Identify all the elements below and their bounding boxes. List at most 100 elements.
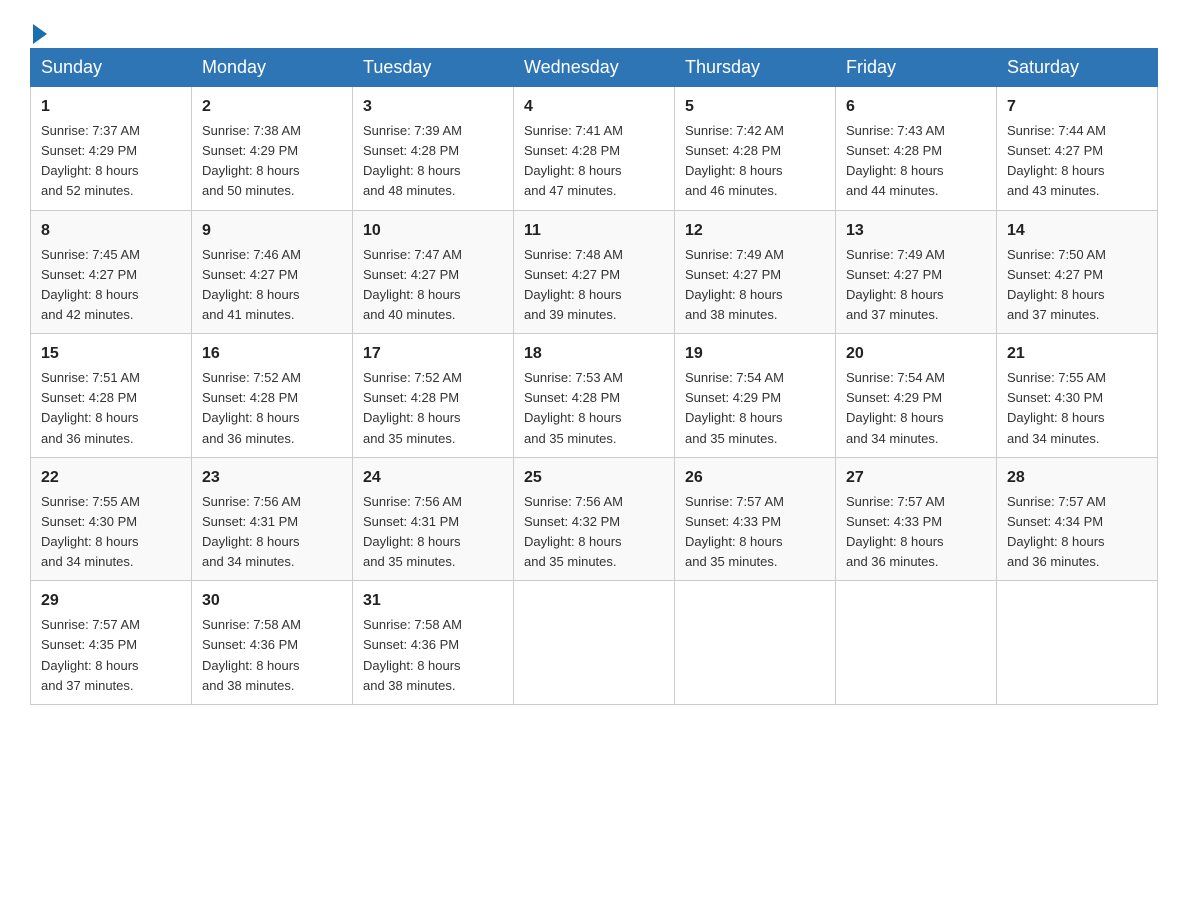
day-number: 18	[524, 342, 664, 366]
col-header-monday: Monday	[192, 49, 353, 87]
day-info: Sunrise: 7:44 AMSunset: 4:27 PMDaylight:…	[1007, 123, 1106, 198]
day-cell: 27 Sunrise: 7:57 AMSunset: 4:33 PMDaylig…	[836, 457, 997, 581]
day-number: 2	[202, 95, 342, 119]
day-cell: 26 Sunrise: 7:57 AMSunset: 4:33 PMDaylig…	[675, 457, 836, 581]
day-info: Sunrise: 7:46 AMSunset: 4:27 PMDaylight:…	[202, 247, 301, 322]
day-cell: 1 Sunrise: 7:37 AMSunset: 4:29 PMDayligh…	[31, 87, 192, 211]
day-info: Sunrise: 7:56 AMSunset: 4:31 PMDaylight:…	[363, 494, 462, 569]
day-number: 3	[363, 95, 503, 119]
day-number: 24	[363, 466, 503, 490]
day-cell: 24 Sunrise: 7:56 AMSunset: 4:31 PMDaylig…	[353, 457, 514, 581]
header	[30, 20, 1158, 38]
day-number: 7	[1007, 95, 1147, 119]
day-info: Sunrise: 7:57 AMSunset: 4:34 PMDaylight:…	[1007, 494, 1106, 569]
day-cell: 12 Sunrise: 7:49 AMSunset: 4:27 PMDaylig…	[675, 210, 836, 334]
day-cell: 29 Sunrise: 7:57 AMSunset: 4:35 PMDaylig…	[31, 581, 192, 705]
day-cell	[997, 581, 1158, 705]
day-cell: 13 Sunrise: 7:49 AMSunset: 4:27 PMDaylig…	[836, 210, 997, 334]
day-number: 1	[41, 95, 181, 119]
day-info: Sunrise: 7:54 AMSunset: 4:29 PMDaylight:…	[846, 370, 945, 445]
day-number: 27	[846, 466, 986, 490]
day-info: Sunrise: 7:57 AMSunset: 4:33 PMDaylight:…	[846, 494, 945, 569]
day-info: Sunrise: 7:48 AMSunset: 4:27 PMDaylight:…	[524, 247, 623, 322]
day-info: Sunrise: 7:38 AMSunset: 4:29 PMDaylight:…	[202, 123, 301, 198]
col-header-wednesday: Wednesday	[514, 49, 675, 87]
day-number: 22	[41, 466, 181, 490]
day-info: Sunrise: 7:49 AMSunset: 4:27 PMDaylight:…	[846, 247, 945, 322]
logo-arrow-icon	[33, 24, 47, 44]
day-cell: 14 Sunrise: 7:50 AMSunset: 4:27 PMDaylig…	[997, 210, 1158, 334]
day-cell: 23 Sunrise: 7:56 AMSunset: 4:31 PMDaylig…	[192, 457, 353, 581]
day-cell: 5 Sunrise: 7:42 AMSunset: 4:28 PMDayligh…	[675, 87, 836, 211]
week-row-2: 8 Sunrise: 7:45 AMSunset: 4:27 PMDayligh…	[31, 210, 1158, 334]
day-info: Sunrise: 7:42 AMSunset: 4:28 PMDaylight:…	[685, 123, 784, 198]
week-row-4: 22 Sunrise: 7:55 AMSunset: 4:30 PMDaylig…	[31, 457, 1158, 581]
day-info: Sunrise: 7:57 AMSunset: 4:35 PMDaylight:…	[41, 617, 140, 692]
day-number: 30	[202, 589, 342, 613]
logo	[30, 20, 47, 38]
day-number: 6	[846, 95, 986, 119]
day-cell: 8 Sunrise: 7:45 AMSunset: 4:27 PMDayligh…	[31, 210, 192, 334]
day-number: 12	[685, 219, 825, 243]
day-number: 26	[685, 466, 825, 490]
day-number: 8	[41, 219, 181, 243]
day-number: 14	[1007, 219, 1147, 243]
day-cell: 19 Sunrise: 7:54 AMSunset: 4:29 PMDaylig…	[675, 334, 836, 458]
day-cell: 2 Sunrise: 7:38 AMSunset: 4:29 PMDayligh…	[192, 87, 353, 211]
col-header-saturday: Saturday	[997, 49, 1158, 87]
calendar-table: SundayMondayTuesdayWednesdayThursdayFrid…	[30, 48, 1158, 705]
day-cell: 9 Sunrise: 7:46 AMSunset: 4:27 PMDayligh…	[192, 210, 353, 334]
day-info: Sunrise: 7:49 AMSunset: 4:27 PMDaylight:…	[685, 247, 784, 322]
day-cell: 25 Sunrise: 7:56 AMSunset: 4:32 PMDaylig…	[514, 457, 675, 581]
day-cell: 10 Sunrise: 7:47 AMSunset: 4:27 PMDaylig…	[353, 210, 514, 334]
col-header-sunday: Sunday	[31, 49, 192, 87]
day-cell	[675, 581, 836, 705]
day-info: Sunrise: 7:58 AMSunset: 4:36 PMDaylight:…	[363, 617, 462, 692]
day-number: 4	[524, 95, 664, 119]
day-number: 9	[202, 219, 342, 243]
day-info: Sunrise: 7:50 AMSunset: 4:27 PMDaylight:…	[1007, 247, 1106, 322]
day-cell: 20 Sunrise: 7:54 AMSunset: 4:29 PMDaylig…	[836, 334, 997, 458]
day-number: 5	[685, 95, 825, 119]
day-cell: 18 Sunrise: 7:53 AMSunset: 4:28 PMDaylig…	[514, 334, 675, 458]
day-info: Sunrise: 7:53 AMSunset: 4:28 PMDaylight:…	[524, 370, 623, 445]
day-number: 16	[202, 342, 342, 366]
day-number: 23	[202, 466, 342, 490]
day-cell: 31 Sunrise: 7:58 AMSunset: 4:36 PMDaylig…	[353, 581, 514, 705]
day-number: 20	[846, 342, 986, 366]
week-row-5: 29 Sunrise: 7:57 AMSunset: 4:35 PMDaylig…	[31, 581, 1158, 705]
day-info: Sunrise: 7:39 AMSunset: 4:28 PMDaylight:…	[363, 123, 462, 198]
header-row: SundayMondayTuesdayWednesdayThursdayFrid…	[31, 49, 1158, 87]
col-header-friday: Friday	[836, 49, 997, 87]
day-cell	[836, 581, 997, 705]
day-number: 28	[1007, 466, 1147, 490]
day-info: Sunrise: 7:51 AMSunset: 4:28 PMDaylight:…	[41, 370, 140, 445]
day-cell: 11 Sunrise: 7:48 AMSunset: 4:27 PMDaylig…	[514, 210, 675, 334]
day-number: 31	[363, 589, 503, 613]
day-number: 19	[685, 342, 825, 366]
day-cell: 16 Sunrise: 7:52 AMSunset: 4:28 PMDaylig…	[192, 334, 353, 458]
day-cell	[514, 581, 675, 705]
day-number: 13	[846, 219, 986, 243]
day-number: 17	[363, 342, 503, 366]
day-number: 11	[524, 219, 664, 243]
day-info: Sunrise: 7:37 AMSunset: 4:29 PMDaylight:…	[41, 123, 140, 198]
week-row-3: 15 Sunrise: 7:51 AMSunset: 4:28 PMDaylig…	[31, 334, 1158, 458]
week-row-1: 1 Sunrise: 7:37 AMSunset: 4:29 PMDayligh…	[31, 87, 1158, 211]
day-info: Sunrise: 7:58 AMSunset: 4:36 PMDaylight:…	[202, 617, 301, 692]
day-cell: 21 Sunrise: 7:55 AMSunset: 4:30 PMDaylig…	[997, 334, 1158, 458]
day-info: Sunrise: 7:54 AMSunset: 4:29 PMDaylight:…	[685, 370, 784, 445]
day-number: 21	[1007, 342, 1147, 366]
day-cell: 7 Sunrise: 7:44 AMSunset: 4:27 PMDayligh…	[997, 87, 1158, 211]
day-cell: 17 Sunrise: 7:52 AMSunset: 4:28 PMDaylig…	[353, 334, 514, 458]
col-header-thursday: Thursday	[675, 49, 836, 87]
day-info: Sunrise: 7:45 AMSunset: 4:27 PMDaylight:…	[41, 247, 140, 322]
day-number: 29	[41, 589, 181, 613]
day-info: Sunrise: 7:56 AMSunset: 4:31 PMDaylight:…	[202, 494, 301, 569]
day-number: 10	[363, 219, 503, 243]
col-header-tuesday: Tuesday	[353, 49, 514, 87]
day-cell: 15 Sunrise: 7:51 AMSunset: 4:28 PMDaylig…	[31, 334, 192, 458]
day-info: Sunrise: 7:52 AMSunset: 4:28 PMDaylight:…	[363, 370, 462, 445]
day-cell: 22 Sunrise: 7:55 AMSunset: 4:30 PMDaylig…	[31, 457, 192, 581]
day-number: 15	[41, 342, 181, 366]
